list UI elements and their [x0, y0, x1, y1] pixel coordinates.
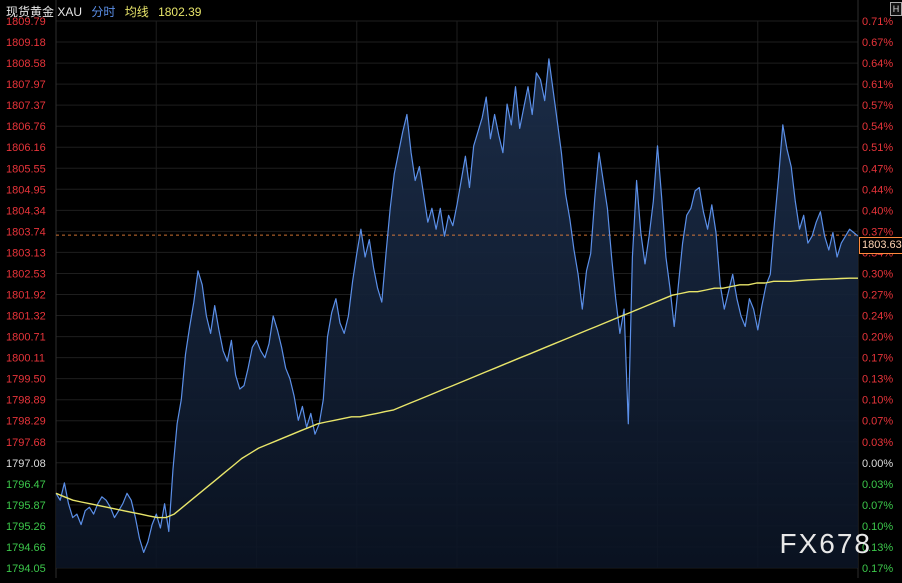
y-tick-label-left: 1801.32 — [6, 311, 46, 323]
y-tick-label-left: 1800.11 — [6, 353, 45, 365]
y-tick-label-right: 0.67% — [862, 37, 893, 49]
y-tick-label-right: 0.07% — [862, 500, 893, 512]
y-tick-label-left: 1797.08 — [6, 458, 46, 470]
instrument-name: 现货黄金 XAU — [6, 5, 83, 19]
y-tick-label-left: 1807.37 — [6, 100, 46, 112]
chart-svg: 1809.791809.181808.581807.971807.371806.… — [6, 0, 893, 578]
y-tick-label-right: 0.27% — [862, 290, 893, 302]
y-tick-label-left: 1797.68 — [6, 437, 46, 449]
y-tick-label-right: 0.44% — [862, 184, 893, 196]
y-tick-label-left: 1794.66 — [6, 542, 46, 554]
y-tick-label-left: 1801.92 — [6, 290, 46, 302]
left-price-axis: 1809.791809.181808.581807.971807.371806.… — [6, 16, 46, 575]
y-tick-label-left: 1803.13 — [6, 247, 46, 259]
y-tick-label-left: 1798.29 — [6, 416, 46, 428]
y-tick-label-left: 1806.16 — [6, 142, 46, 154]
y-tick-label-left: 1794.05 — [6, 563, 46, 575]
right-percent-axis: 0.71% 0.67% 0.64% 0.61% 0.57% 0.54% 0.51% 0.47%… — [862, 16, 893, 575]
y-tick-label-right: 0.61% — [862, 79, 893, 91]
watermark-logo: FX678 — [779, 528, 872, 559]
y-tick-label-right: 0.47% — [862, 163, 893, 175]
y-tick-label-left: 1809.18 — [6, 37, 46, 49]
y-tick-label-left: 1796.47 — [6, 479, 46, 491]
y-tick-label-left: 1802.53 — [6, 268, 46, 280]
y-tick-label-right: 0.00% — [862, 458, 893, 470]
y-tick-label-right: 0.13% — [862, 374, 893, 386]
y-tick-label-right: 0.03% — [862, 437, 893, 449]
y-tick-label-left: 1808.58 — [6, 58, 46, 70]
y-tick-label-right: 0.10% — [862, 395, 893, 407]
y-tick-label-right: 0.71% — [862, 16, 893, 28]
y-tick-label-right: 0.57% — [862, 100, 893, 112]
y-tick-label-left: 1804.95 — [6, 184, 46, 196]
y-tick-label-left: 1799.50 — [6, 374, 46, 386]
y-tick-label-right: 0.07% — [862, 416, 893, 428]
avg-line-value: 1802.39 — [158, 5, 202, 19]
y-tick-label-left: 1795.87 — [6, 500, 46, 512]
avg-line-label: 均线 — [124, 5, 149, 19]
chart-header: 现货黄金 XAU 分时 均线 1802.39 — [6, 3, 207, 20]
y-tick-label-left: 1803.74 — [6, 226, 46, 238]
current-price-tag: 1803.63 — [859, 237, 902, 254]
y-tick-label-right: 0.54% — [862, 121, 893, 133]
y-tick-label-left: 1798.89 — [6, 395, 46, 407]
intraday-chart[interactable]: 1809.79 1809.18 1808.58 1807.97 1807.37 1806.… — [0, 0, 902, 578]
y-tick-label-right: 0.17% — [862, 353, 893, 365]
y-tick-label-right: 0.24% — [862, 311, 893, 323]
y-tick-label-right: 0.20% — [862, 332, 893, 344]
y-tick-label-right: 0.30% — [862, 268, 893, 280]
y-tick-label-left: 1805.55 — [6, 163, 46, 175]
y-tick-label-right: 0.17% — [862, 563, 893, 575]
y-tick-label-left: 1807.97 — [6, 79, 46, 91]
y-tick-label-right: 0.64% — [862, 58, 893, 70]
y-tick-label-left: 1800.71 — [6, 332, 46, 344]
y-tick-label-right: 0.51% — [862, 142, 893, 154]
y-tick-label-right: 0.40% — [862, 205, 893, 217]
corner-toggle-button[interactable]: H — [890, 2, 902, 16]
y-tick-label-left: 1806.76 — [6, 121, 46, 133]
y-tick-label-right: 0.03% — [862, 479, 893, 491]
y-tick-label-left: 1795.26 — [6, 521, 46, 533]
mode-label[interactable]: 分时 — [91, 5, 115, 19]
y-tick-label-left: 1804.34 — [6, 205, 46, 217]
